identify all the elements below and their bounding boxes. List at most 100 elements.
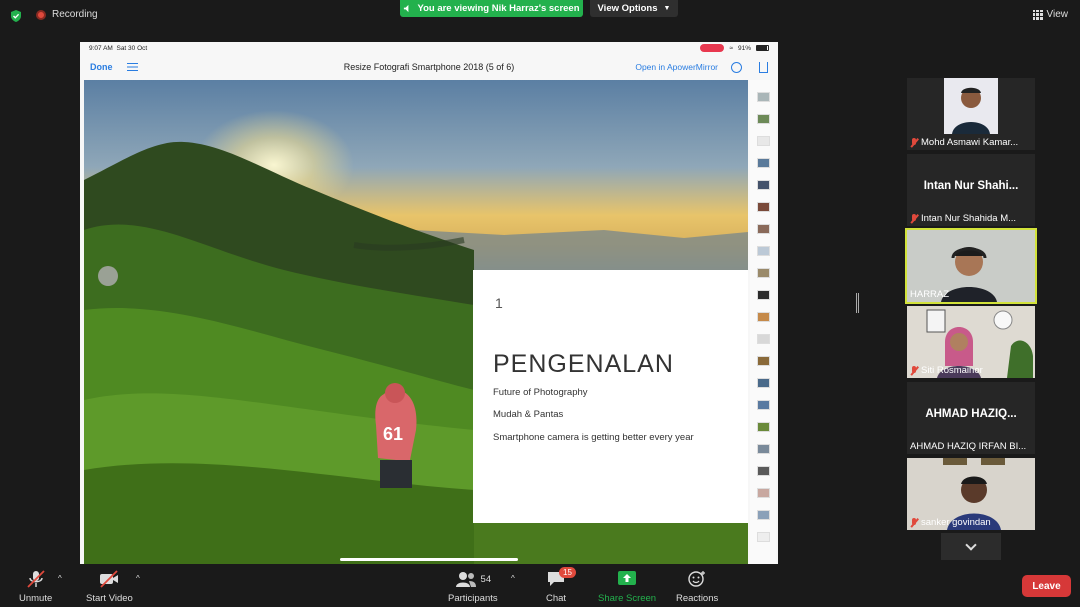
thumbnail[interactable] (757, 246, 770, 256)
participant-name-text: sanker govindan (921, 517, 991, 528)
thumbnail[interactable] (757, 400, 770, 410)
slide-line-1: Future of Photography (493, 387, 588, 398)
participant-tile[interactable]: Mohd Asmawi Kamar... (907, 78, 1035, 150)
top-bar: Recording You are viewing Nik Harraz's s… (0, 0, 1080, 32)
panel-resize-handle[interactable] (856, 293, 859, 313)
thumbnail[interactable] (757, 290, 770, 300)
speaker-icon (404, 4, 409, 13)
touch-pointer (98, 266, 118, 286)
participant-tile[interactable]: Intan Nur Shahi... Intan Nur Shahida M..… (907, 154, 1035, 226)
view-label: View (1046, 9, 1069, 20)
security-shield-icon[interactable] (9, 9, 23, 23)
chevron-down-icon: ▼ (663, 5, 671, 12)
participants-count: 54 (480, 573, 492, 585)
chevron-down-icon (965, 538, 977, 551)
participants-icon (455, 572, 476, 587)
participant-name: HARRAZ (910, 289, 949, 300)
status-date: Sat 30 Oct (116, 44, 148, 52)
participant-display-name: AHMAD HAZIQ... (925, 408, 1017, 420)
viewing-label: You are viewing Nik Harraz's screen (417, 3, 580, 14)
thumbnail[interactable] (757, 510, 770, 520)
participants-button[interactable]: 54 Participants (448, 570, 498, 604)
thumbnail[interactable] (757, 532, 770, 542)
thumbnail[interactable] (757, 422, 770, 432)
audio-options-caret-icon[interactable]: ^ (58, 574, 62, 583)
share-screen-button[interactable]: Share Screen (598, 570, 656, 604)
mic-muted-icon (910, 137, 918, 148)
recording-indicator[interactable]: Recording (36, 9, 98, 20)
chat-unread-badge: 15 (559, 567, 576, 578)
status-time: 9:07 AM (89, 44, 113, 52)
participant-name: Mohd Asmawi Kamar... (910, 137, 1018, 148)
slide-heading: PENGENALAN (493, 350, 674, 378)
reactions-button[interactable]: Reactions (676, 570, 718, 604)
viewing-screen-banner: You are viewing Nik Harraz's screen (400, 0, 583, 17)
done-button[interactable]: Done (90, 62, 113, 72)
shared-screen[interactable]: 9:07 AM Sat 30 Oct ≈ 91% Done Resize Fot… (80, 42, 778, 564)
participants-label: Participants (448, 593, 498, 604)
slide-thumbnails[interactable] (750, 80, 776, 564)
mic-muted-icon (910, 213, 918, 224)
list-icon[interactable] (126, 63, 138, 71)
slide-line-2: Mudah & Pantas (493, 409, 564, 420)
thumbnail[interactable] (757, 180, 770, 190)
wifi-icon: ≈ (729, 44, 733, 52)
thumbnail[interactable] (757, 224, 770, 234)
thumbnail[interactable] (757, 488, 770, 498)
participant-name: sanker govindan (910, 517, 991, 528)
record-icon (36, 9, 46, 20)
thumbnail[interactable] (757, 114, 770, 124)
participant-name-text: AHMAD HAZIQ IRFAN BI... (910, 441, 1027, 452)
view-options-button[interactable]: View Options ▼ (590, 0, 678, 17)
slide-line-3: Smartphone camera is getting better ever… (493, 432, 694, 443)
home-indicator (340, 558, 518, 561)
thumbnail[interactable] (757, 92, 770, 102)
thumbnail[interactable] (757, 136, 770, 146)
participant-tile[interactable]: AHMAD HAZIQ... AHMAD HAZIQ IRFAN BI... (907, 382, 1035, 454)
screen-record-pill (700, 44, 725, 52)
mic-muted-icon (910, 517, 918, 528)
participant-name-text: HARRAZ (910, 289, 950, 300)
participant-video (944, 78, 998, 134)
scroll-down-button[interactable] (941, 533, 1001, 560)
video-options-caret-icon[interactable]: ^ (136, 574, 140, 583)
battery-percent: 91% (737, 44, 751, 52)
leave-button[interactable]: Leave (1022, 575, 1071, 597)
thumbnail[interactable] (757, 444, 770, 454)
reactions-label: Reactions (676, 593, 719, 604)
markup-icon[interactable] (731, 61, 742, 73)
ipad-status-bar: 9:07 AM Sat 30 Oct ≈ 91% (80, 42, 778, 54)
participant-display-name: Intan Nur Shahi... (923, 180, 1019, 192)
participant-name-text: Siti Rosmainor (921, 365, 983, 376)
active-speaker-tile[interactable]: HARRAZ (905, 228, 1037, 304)
presentation-slide: 61 1 PENGENALAN Future of Photography Mu… (84, 80, 748, 564)
thumbnail[interactable] (757, 466, 770, 476)
view-options-label: View Options (597, 3, 658, 14)
thumbnail[interactable] (757, 378, 770, 388)
share-screen-icon (618, 571, 637, 585)
start-video-label: Start Video (86, 593, 133, 604)
thumbnail[interactable] (757, 312, 770, 322)
participants-caret-icon[interactable]: ^ (511, 574, 515, 583)
share-icon[interactable] (759, 61, 768, 73)
thumbnail[interactable] (757, 334, 770, 344)
thumbnail[interactable] (757, 268, 770, 278)
battery-icon (756, 45, 769, 51)
thumbnail[interactable] (757, 158, 770, 168)
recording-label: Recording (52, 9, 98, 20)
meeting-toolbar (0, 564, 1080, 607)
start-video-button[interactable]: Start Video (86, 570, 133, 604)
participant-tile[interactable]: Siti Rosmainor (907, 306, 1035, 378)
grid-view-icon (1032, 9, 1043, 20)
participant-name: Siti Rosmainor (910, 365, 983, 376)
open-in-button[interactable]: Open in ApowerMirror (635, 62, 718, 72)
unmute-button[interactable]: Unmute (19, 570, 52, 604)
participant-name: Intan Nur Shahida M... (910, 213, 1016, 224)
mic-muted-icon (910, 365, 918, 376)
shirt-number: 61 (383, 424, 403, 444)
thumbnail[interactable] (757, 202, 770, 212)
reactions-icon (688, 571, 706, 587)
participant-tile[interactable]: sanker govindan (907, 458, 1035, 530)
view-button[interactable]: View (1032, 9, 1069, 20)
thumbnail[interactable] (757, 356, 770, 366)
